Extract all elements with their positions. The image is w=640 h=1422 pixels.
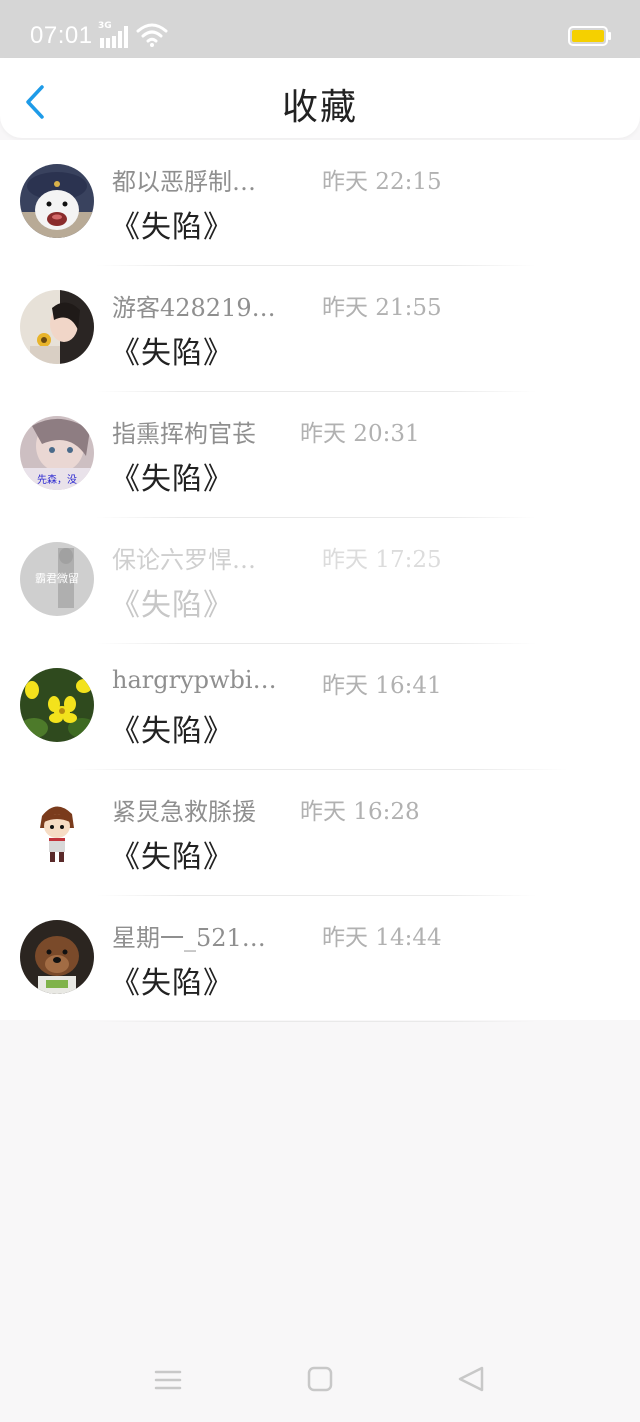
status-time: 07:01 — [30, 22, 93, 49]
wifi-icon — [136, 23, 168, 47]
user-name: 紧炅急救脎援 — [112, 798, 256, 826]
book-title[interactable]: 《失陷》 — [110, 958, 234, 1002]
avatar[interactable] — [20, 794, 94, 868]
list-item[interactable]: 先森，没 指熏挥枸官苌 昨天 20:31 《失陷》 — [0, 392, 640, 518]
list-item[interactable]: 紧炅急救脎援 昨天 16:28 《失陷》 — [0, 770, 640, 896]
signal-icon — [100, 26, 128, 48]
avatar-text: 霸君微留 — [35, 571, 79, 585]
user-name: 星期一_521… — [112, 924, 266, 952]
time-label: 昨天 14:44 — [322, 925, 442, 951]
time-label: 昨天 20:31 — [300, 421, 420, 447]
book-title[interactable]: 《失陷》 — [110, 832, 234, 876]
avatar[interactable]: 先森，没 — [20, 416, 94, 490]
system-nav-bar — [0, 1340, 640, 1422]
book-title[interactable]: 《失陷》 — [110, 580, 234, 624]
time-label: 昨天 16:28 — [300, 799, 420, 825]
back-triangle-icon[interactable] — [452, 1362, 492, 1398]
home-square-icon[interactable] — [300, 1362, 340, 1398]
user-name: 保论六罗悍… — [112, 546, 256, 574]
avatar[interactable]: 霸君微留 — [20, 542, 94, 616]
favorites-list: 都以恶脬制… 昨天 22:15 《失陷》 游客428219… 昨天 21:55 … — [0, 140, 640, 1022]
avatar[interactable] — [20, 668, 94, 742]
avatar-text: 先森，没 — [37, 473, 77, 486]
user-name: 都以恶脬制… — [112, 168, 256, 196]
user-name: 指熏挥枸官苌 — [112, 420, 256, 448]
page-title: 收藏 — [281, 87, 358, 128]
list-item[interactable]: hargrypwbi… 昨天 16:41 《失陷》 — [0, 644, 640, 770]
avatar[interactable] — [20, 164, 94, 238]
book-title[interactable]: 《失陷》 — [110, 706, 234, 750]
list-item[interactable]: 游客428219… 昨天 21:55 《失陷》 — [0, 266, 640, 392]
book-title[interactable]: 《失陷》 — [110, 202, 234, 246]
list-item[interactable]: 都以恶脬制… 昨天 22:15 《失陷》 — [0, 140, 640, 266]
avatar[interactable] — [20, 920, 94, 994]
menu-icon[interactable] — [148, 1362, 188, 1398]
list-item[interactable]: 霸君微留 保论六罗悍… 昨天 17:25 《失陷》 — [0, 518, 640, 644]
divider — [96, 1021, 536, 1022]
header-bar: 收藏 — [0, 58, 640, 138]
user-name: 游客428219… — [112, 294, 276, 322]
user-name: hargrypwbi… — [112, 666, 277, 694]
time-label: 昨天 21:55 — [322, 295, 442, 321]
time-label: 昨天 22:15 — [322, 169, 442, 195]
book-title[interactable]: 《失陷》 — [110, 454, 234, 498]
book-title[interactable]: 《失陷》 — [110, 328, 234, 372]
battery-icon — [568, 26, 611, 46]
list-item[interactable]: 星期一_521… 昨天 14:44 《失陷》 — [0, 896, 640, 1022]
avatar[interactable] — [20, 290, 94, 364]
time-label: 昨天 17:25 — [322, 547, 442, 573]
time-label: 昨天 16:41 — [322, 673, 442, 699]
